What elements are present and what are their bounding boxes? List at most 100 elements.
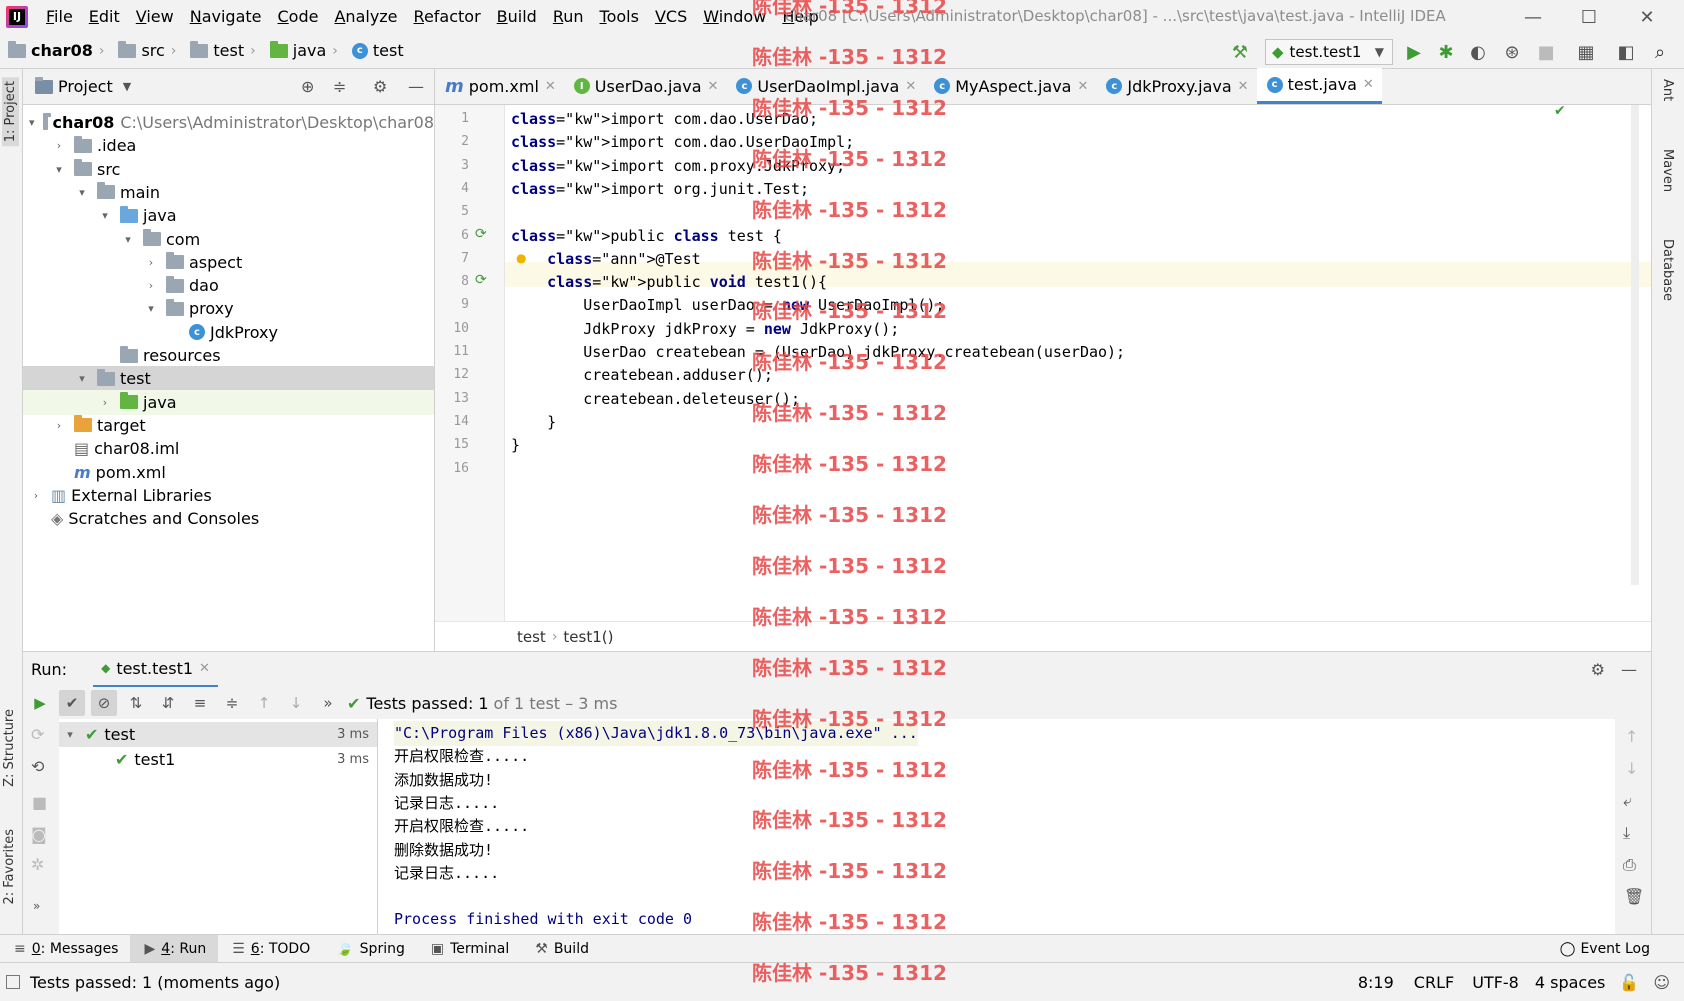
menu-tools[interactable]: Tools <box>592 7 647 26</box>
chevron-right-icon[interactable]: › <box>144 279 158 292</box>
tree-item[interactable]: m pom.xml <box>23 460 434 485</box>
caret-position[interactable]: 8:19 <box>1358 973 1394 992</box>
editor-tab[interactable]: c test.java ✕ <box>1256 68 1382 104</box>
indent-setting[interactable]: 4 spaces <box>1535 973 1606 992</box>
next-failed-icon[interactable]: ↓ <box>283 690 309 716</box>
scroll-to-end-icon[interactable]: ⤓ <box>1623 823 1630 843</box>
chevron-right-icon[interactable]: › <box>98 396 112 409</box>
tree-item[interactable]: ▾ main <box>23 180 434 205</box>
tree-item[interactable]: › aspect <box>23 250 434 275</box>
bottom-tab-spring[interactable]: 🍃 Spring <box>322 935 417 963</box>
rerun-icon[interactable]: ▶ <box>27 690 53 716</box>
stop-icon[interactable]: ■ <box>32 793 47 812</box>
trash-icon[interactable]: 🗑 <box>1624 887 1644 906</box>
show-passed-icon[interactable]: ✔ <box>59 690 85 716</box>
breadcrumb-test[interactable]: test <box>182 40 244 60</box>
breadcrumb-src[interactable]: src <box>110 40 165 60</box>
favorites-tool-tab[interactable]: 2: Favorites <box>2 829 17 905</box>
tree-item[interactable]: ▾ proxy <box>23 296 434 321</box>
breadcrumb-project[interactable]: char08 <box>0 40 93 60</box>
more-icon[interactable]: » <box>315 690 341 716</box>
close-window-button[interactable]: ✕ <box>1624 4 1670 30</box>
run-configuration-select[interactable]: ◆ test.test1 ▼ <box>1265 39 1393 65</box>
editor-scrollbar[interactable] <box>1631 105 1639 585</box>
run-gutter-icon[interactable]: ⟳ <box>475 272 487 288</box>
menu-build[interactable]: Build <box>489 7 545 26</box>
expand-all-icon[interactable]: ≡ <box>187 690 213 716</box>
close-icon[interactable]: ✕ <box>1077 79 1088 94</box>
run-tab[interactable]: ◆ test.test1 ✕ <box>93 652 218 688</box>
close-icon[interactable]: ✕ <box>199 661 210 676</box>
bottom-tab-run[interactable]: ▶ 4: Run <box>130 934 219 963</box>
show-ignored-icon[interactable]: ⊘ <box>91 690 117 716</box>
line-separator[interactable]: CRLF <box>1414 973 1454 992</box>
previous-failed-icon[interactable]: ↑ <box>251 690 277 716</box>
chevron-down-icon[interactable]: ▾ <box>75 186 89 199</box>
hide-icon[interactable]: — <box>1621 660 1637 679</box>
close-icon[interactable]: ✕ <box>708 79 719 94</box>
ant-tool-tab[interactable]: Ant <box>1660 79 1675 101</box>
run-icon[interactable]: ▶ <box>1402 40 1426 64</box>
tree-item[interactable]: ▾ src <box>23 157 434 182</box>
breadcrumb-file[interactable]: c test <box>344 41 404 60</box>
bottom-tab-build[interactable]: ⚒ Build <box>521 935 601 963</box>
code-editor[interactable]: 1 2 3 4 5 6 7 8 9 10 11 12 13 14 15 16 ⟳ ⟳ class="kw">imp… <box>435 103 1651 621</box>
close-icon[interactable]: ✕ <box>545 79 556 94</box>
bottom-tab-messages[interactable]: ≡ 0: Messages <box>0 935 130 963</box>
breadcrumb-java[interactable]: java <box>262 40 326 60</box>
chevron-down-icon[interactable]: ▾ <box>121 233 135 246</box>
editor-tab[interactable]: m pom.xml ✕ <box>435 68 564 104</box>
menu-view[interactable]: View <box>128 7 182 26</box>
stop-icon[interactable]: ■ <box>1534 40 1558 64</box>
bottom-tab-todo[interactable]: ☰ 6: TODO <box>218 935 322 963</box>
layout-icon[interactable]: ◧ <box>1614 40 1638 64</box>
debug-icon[interactable]: ✱ <box>1434 40 1458 64</box>
test-method-row[interactable]: ✔ test1 3 ms <box>59 747 377 772</box>
menu-edit[interactable]: Edit <box>81 7 128 26</box>
console-output[interactable]: "C:\Program Files (x86)\Java\jdk1.8.0_73… <box>378 719 1615 934</box>
structure-tool-tab[interactable]: Z: Structure <box>2 709 17 787</box>
status-message[interactable]: Tests passed: 1 (moments ago) <box>30 973 280 992</box>
scroll-up-icon[interactable]: ↑ <box>1625 727 1638 746</box>
build-hammer-icon[interactable]: ⚒ <box>1228 40 1252 64</box>
lightbulb-icon[interactable]: ● <box>516 251 526 265</box>
tree-item[interactable]: ▾ java <box>23 203 434 228</box>
lock-icon[interactable]: 🔓 <box>1619 973 1639 992</box>
breadcrumb-class[interactable]: test <box>517 628 546 646</box>
chevron-right-icon[interactable]: › <box>29 489 43 502</box>
chevron-down-icon[interactable]: ▾ <box>63 728 77 741</box>
bottom-tab-terminal[interactable]: ▣ Terminal <box>417 935 521 963</box>
tree-item[interactable]: ▾ com <box>23 227 434 252</box>
maximize-button[interactable]: ☐ <box>1566 4 1612 30</box>
scroll-down-icon[interactable]: ↓ <box>1625 759 1638 778</box>
collapse-all-icon[interactable]: ≑ <box>219 690 245 716</box>
menu-vcs[interactable]: VCS <box>647 7 695 26</box>
sort-duration-icon[interactable]: ⇵ <box>155 690 181 716</box>
locate-icon[interactable]: ⊕ <box>301 77 314 96</box>
more-icon[interactable]: » <box>33 899 40 913</box>
file-encoding[interactable]: UTF-8 <box>1472 973 1519 992</box>
status-toggle-icon[interactable] <box>6 975 20 989</box>
inspector-icon[interactable]: ☺ <box>1653 973 1670 992</box>
tree-item[interactable]: › target <box>23 413 434 438</box>
tree-item[interactable]: ▾ test <box>23 366 434 392</box>
project-tool-tab[interactable]: 1: Project <box>2 77 19 147</box>
database-tool-tab[interactable]: Database <box>1660 239 1675 301</box>
chevron-down-icon[interactable]: ▾ <box>144 302 158 315</box>
tree-item[interactable]: › dao <box>23 273 434 298</box>
search-icon[interactable]: ⌕ <box>1648 40 1672 64</box>
tree-item[interactable]: resources <box>23 343 434 368</box>
close-icon[interactable]: ✕ <box>1238 79 1249 94</box>
close-icon[interactable]: ✕ <box>1363 77 1374 92</box>
soft-wrap-icon[interactable]: ⤶ <box>1623 791 1632 811</box>
print-icon[interactable]: ⎙ <box>1623 855 1636 875</box>
tree-item[interactable]: c JdkProxy <box>23 320 434 345</box>
breadcrumb-method[interactable]: test1() <box>563 628 613 646</box>
chevron-right-icon[interactable]: › <box>144 256 158 269</box>
toggle-autotest-icon[interactable]: ⟲ <box>31 757 44 776</box>
sort-alpha-icon[interactable]: ⇅ <box>123 690 149 716</box>
chevron-down-icon[interactable]: ▾ <box>52 163 66 176</box>
editor-tab[interactable]: c JdkProxy.java ✕ <box>1096 68 1256 104</box>
coverage-icon[interactable]: ◐ <box>1466 40 1490 64</box>
camera-icon[interactable]: ◙ <box>31 825 47 844</box>
